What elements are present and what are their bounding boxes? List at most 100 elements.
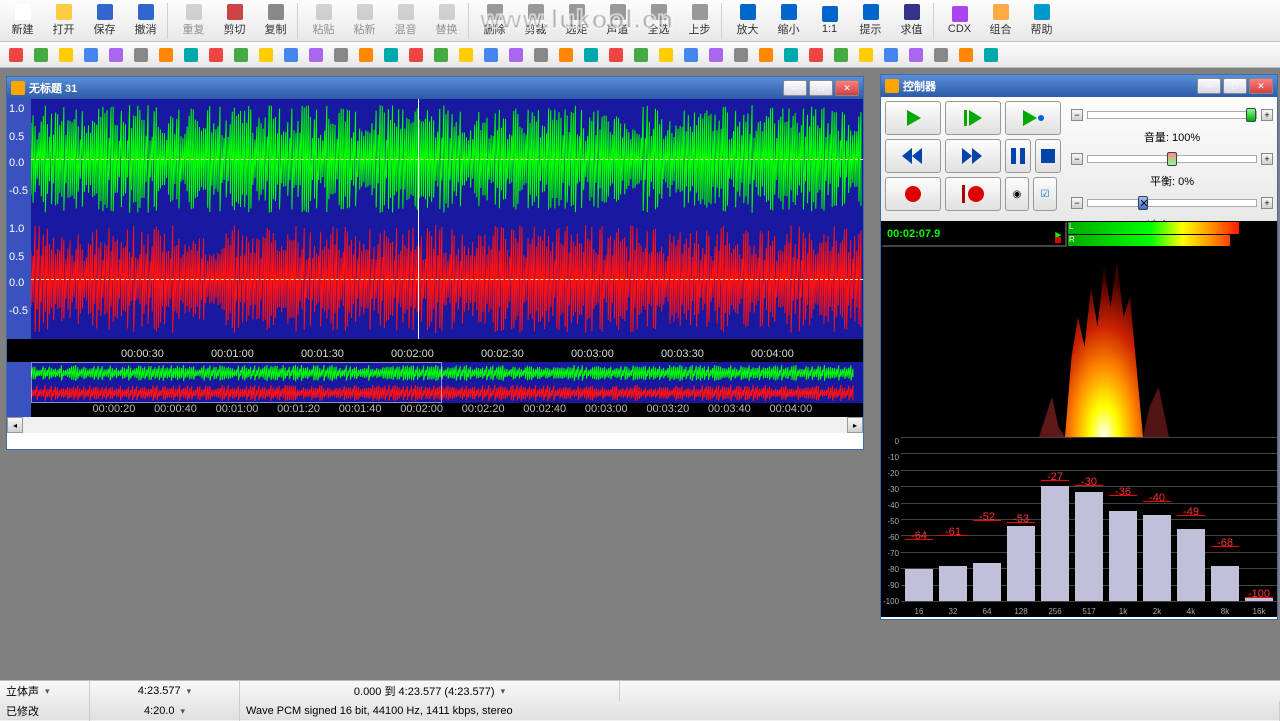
- tool2-btn-17[interactable]: [429, 44, 453, 66]
- minimize-button[interactable]: ─: [1197, 78, 1221, 94]
- toolbar-打开[interactable]: 打开: [43, 1, 84, 41]
- playhead-cursor[interactable]: [418, 99, 419, 339]
- overview-ruler[interactable]: 00:00:2000:00:4000:01:0000:01:2000:01:40…: [31, 403, 863, 417]
- toolbar-选矩[interactable]: 选矩: [556, 1, 597, 41]
- toolbar-撤消[interactable]: 撤消: [125, 1, 166, 41]
- waveform-titlebar[interactable]: 无标题 31 ─ □ ✕: [7, 77, 863, 99]
- speed-dec-button[interactable]: −: [1071, 197, 1083, 209]
- tool2-btn-36[interactable]: [904, 44, 928, 66]
- bal-inc-button[interactable]: +: [1261, 153, 1273, 165]
- tool2-btn-10[interactable]: [254, 44, 278, 66]
- tool2-btn-7[interactable]: [179, 44, 203, 66]
- toolbar-上步[interactable]: 上步: [679, 1, 720, 41]
- stop-button[interactable]: [1035, 139, 1061, 173]
- tool2-btn-8[interactable]: [204, 44, 228, 66]
- tool2-btn-30[interactable]: [754, 44, 778, 66]
- play-skip-button[interactable]: [945, 101, 1001, 135]
- toolbar-帮助[interactable]: 帮助: [1021, 1, 1062, 41]
- record-button[interactable]: [885, 177, 941, 211]
- tool2-btn-25[interactable]: [629, 44, 653, 66]
- record-mode-check[interactable]: ☑: [1033, 177, 1057, 211]
- tool2-btn-24[interactable]: [604, 44, 628, 66]
- time-ruler[interactable]: 00:00:3000:01:0000:01:3000:02:0000:02:30…: [7, 339, 863, 361]
- tool2-btn-32[interactable]: [804, 44, 828, 66]
- rewind-button[interactable]: [885, 139, 941, 173]
- overview-panel[interactable]: 00:00:2000:00:4000:01:0000:01:2000:01:40…: [7, 361, 863, 417]
- vol-dec-button[interactable]: −: [1071, 109, 1083, 121]
- left-channel[interactable]: 1.0 0.5 0.0 -0.5: [7, 99, 863, 219]
- toolbar-新建[interactable]: 新建: [2, 1, 43, 41]
- maximize-button[interactable]: □: [809, 80, 833, 96]
- tool2-btn-37[interactable]: [929, 44, 953, 66]
- tool2-btn-4[interactable]: [104, 44, 128, 66]
- tool2-btn-28[interactable]: [704, 44, 728, 66]
- minimize-button[interactable]: ─: [783, 80, 807, 96]
- tool2-btn-18[interactable]: [454, 44, 478, 66]
- tool2-btn-16[interactable]: [404, 44, 428, 66]
- h-scrollbar[interactable]: ◂ ▸: [7, 417, 863, 433]
- tool2-btn-26[interactable]: [654, 44, 678, 66]
- tool2-btn-6[interactable]: [154, 44, 178, 66]
- volume-slider[interactable]: − +: [1071, 101, 1273, 129]
- tool2-btn-19[interactable]: [479, 44, 503, 66]
- speed-inc-button[interactable]: +: [1261, 197, 1273, 209]
- right-channel[interactable]: 1.0 0.5 0.0 -0.5: [7, 219, 863, 339]
- toolbar-声道[interactable]: 声道: [597, 1, 638, 41]
- toolbar-剪裁[interactable]: 剪裁: [515, 1, 556, 41]
- position-dropdown[interactable]: 4:20.0: [90, 701, 240, 721]
- tool2-btn-33[interactable]: [829, 44, 853, 66]
- tool2-btn-2[interactable]: [54, 44, 78, 66]
- tool2-btn-22[interactable]: [554, 44, 578, 66]
- tool2-btn-34[interactable]: [854, 44, 878, 66]
- tool2-btn-5[interactable]: [129, 44, 153, 66]
- tool2-btn-23[interactable]: [579, 44, 603, 66]
- tool2-btn-9[interactable]: [229, 44, 253, 66]
- controller-titlebar[interactable]: 控制器 ─ □ ✕: [881, 75, 1277, 97]
- close-button[interactable]: ✕: [835, 80, 859, 96]
- play-loop-button[interactable]: [1005, 101, 1061, 135]
- tool2-btn-13[interactable]: [329, 44, 353, 66]
- maximize-button[interactable]: □: [1223, 78, 1247, 94]
- forward-button[interactable]: [945, 139, 1001, 173]
- play-button[interactable]: [885, 101, 941, 135]
- waveform-area[interactable]: 1.0 0.5 0.0 -0.5 1.0 0.5 0.0 -0.5: [7, 99, 863, 339]
- tool2-btn-12[interactable]: [304, 44, 328, 66]
- duration-dropdown[interactable]: 4:23.577: [90, 681, 240, 701]
- toolbar-缩小[interactable]: 缩小: [768, 1, 809, 41]
- tool2-btn-14[interactable]: [354, 44, 378, 66]
- tool2-btn-1[interactable]: [29, 44, 53, 66]
- tool2-btn-29[interactable]: [729, 44, 753, 66]
- toolbar-提示[interactable]: 提示: [850, 1, 891, 41]
- tool2-btn-3[interactable]: [79, 44, 103, 66]
- tool2-btn-35[interactable]: [879, 44, 903, 66]
- toolbar-全选[interactable]: 全选: [638, 1, 679, 41]
- bal-thumb[interactable]: [1167, 152, 1177, 166]
- pause-button[interactable]: [1005, 139, 1031, 173]
- tool2-btn-20[interactable]: [504, 44, 528, 66]
- tool2-btn-15[interactable]: [379, 44, 403, 66]
- scroll-right-button[interactable]: ▸: [847, 417, 863, 433]
- toolbar-求值[interactable]: 求值: [891, 1, 932, 41]
- toolbar-CDX[interactable]: CDX: [939, 1, 980, 41]
- balance-slider[interactable]: − +: [1071, 145, 1273, 173]
- record-alt-button[interactable]: [945, 177, 1001, 211]
- tool2-btn-21[interactable]: [529, 44, 553, 66]
- selection-dropdown[interactable]: 0.000 到 4:23.577 (4:23.577): [240, 681, 620, 701]
- channels-dropdown[interactable]: 立体声: [0, 681, 90, 701]
- close-button[interactable]: ✕: [1249, 78, 1273, 94]
- tool2-btn-11[interactable]: [279, 44, 303, 66]
- tool2-btn-39[interactable]: [979, 44, 1003, 66]
- toolbar-1:1[interactable]: 1:1: [809, 1, 850, 41]
- speed-thumb[interactable]: ✕: [1138, 196, 1148, 210]
- toolbar-剪切[interactable]: 剪切: [214, 1, 255, 41]
- scroll-left-button[interactable]: ◂: [7, 417, 23, 433]
- tool2-btn-31[interactable]: [779, 44, 803, 66]
- tool2-btn-38[interactable]: [954, 44, 978, 66]
- record-mode-radio[interactable]: ◉: [1005, 177, 1029, 211]
- toolbar-保存[interactable]: 保存: [84, 1, 125, 41]
- toolbar-组合[interactable]: 组合: [980, 1, 1021, 41]
- vol-thumb[interactable]: [1246, 108, 1256, 122]
- speed-slider[interactable]: − ✕ +: [1071, 189, 1273, 217]
- bal-dec-button[interactable]: −: [1071, 153, 1083, 165]
- toolbar-删除[interactable]: 删除: [474, 1, 515, 41]
